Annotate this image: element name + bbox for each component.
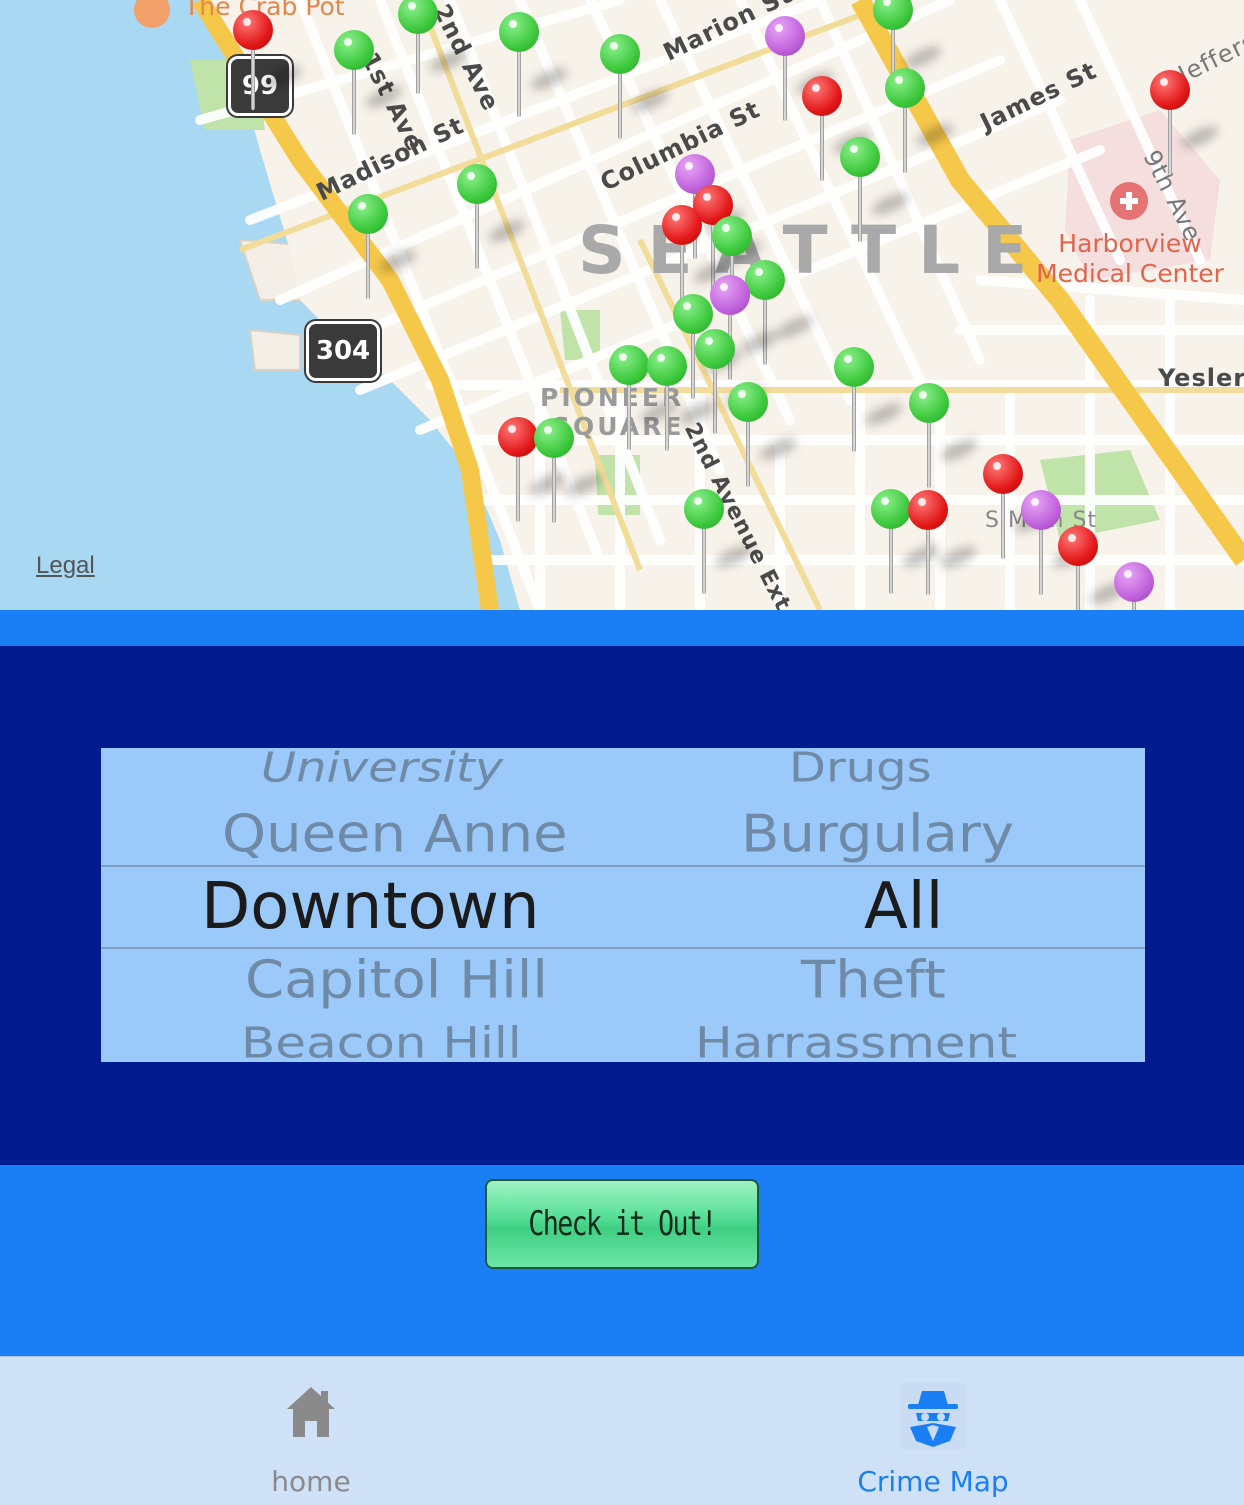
district-label: SEATTLE: [578, 212, 1050, 289]
pin-head: [765, 16, 805, 56]
pin-head: [600, 34, 640, 74]
pin-head: [908, 490, 948, 530]
pin-head: [534, 418, 574, 458]
home-icon: [287, 1387, 335, 1437]
route-shield-99: 99: [228, 56, 292, 116]
pin-head: [834, 347, 874, 387]
legal-link[interactable]: Legal: [36, 552, 95, 580]
pin-head: [609, 345, 649, 385]
poi-label-hospital-line2[interactable]: Medical Center: [1024, 259, 1236, 289]
pin-head: [802, 76, 842, 116]
crime-type-option[interactable]: Drugs: [789, 748, 932, 792]
pin-head: [233, 10, 273, 50]
crime-map[interactable]: 1st Ave 2nd Ave Marion St Madison St Col…: [0, 0, 1244, 610]
tab-crime-map-label: Crime Map: [857, 1465, 1009, 1498]
tab-bar: home Crime Map: [0, 1356, 1244, 1505]
pin-head: [840, 137, 880, 177]
neighborhood-option[interactable]: Beacon Hill: [241, 1018, 522, 1062]
pin-head: [885, 68, 925, 108]
pin-head: [662, 205, 702, 245]
pin-head: [457, 164, 497, 204]
pin-head: [983, 454, 1023, 494]
filter-panel: University Queen Anne Downtown Capitol H…: [0, 646, 1244, 1165]
pin-head: [909, 383, 949, 423]
pin-head: [498, 417, 538, 457]
pin-head: [334, 30, 374, 70]
pin-head: [745, 260, 785, 300]
pin-head: [1150, 70, 1190, 110]
spy-icon: [900, 1383, 966, 1449]
pin-head: [684, 489, 724, 529]
neighborhood-option[interactable]: Queen Anne: [222, 805, 568, 865]
top-blue-strip: [0, 610, 1244, 646]
pin-head: [695, 329, 735, 369]
action-area: Check it Out!: [0, 1165, 1244, 1355]
tab-home-label: home: [271, 1465, 351, 1498]
crime-type-option[interactable]: Theft: [801, 951, 946, 1011]
check-it-out-button[interactable]: Check it Out!: [485, 1179, 759, 1269]
pin-head: [673, 294, 713, 334]
tab-home[interactable]: home: [0, 1357, 622, 1505]
pin-head: [871, 489, 911, 529]
crime-type-option[interactable]: Burgulary: [741, 805, 1014, 865]
street-label-yesler: Yesler: [1158, 364, 1244, 392]
check-it-out-label: Check it Out!: [528, 1204, 717, 1244]
tab-crime-map[interactable]: Crime Map: [622, 1357, 1244, 1505]
crime-type-option-selected[interactable]: All: [864, 870, 943, 944]
pin-head: [348, 194, 388, 234]
pin-head: [710, 275, 750, 315]
neighborhood-option[interactable]: Capitol Hill: [245, 951, 548, 1011]
route-shield-304: 304: [306, 321, 380, 381]
crime-type-option[interactable]: Harrassment: [695, 1018, 1017, 1062]
neighborhood-option[interactable]: University: [261, 748, 503, 792]
filter-picker[interactable]: University Queen Anne Downtown Capitol H…: [101, 748, 1145, 1062]
neighborhood-option-selected[interactable]: Downtown: [201, 870, 540, 944]
pin-head: [1114, 562, 1154, 602]
pin-head: [728, 382, 768, 422]
poi-label-hospital-line1[interactable]: Harborview: [1030, 229, 1230, 259]
pin-head: [647, 346, 687, 386]
pin-head: [499, 12, 539, 52]
pin-head: [712, 216, 752, 256]
pin-head: [1058, 526, 1098, 566]
pin-head: [1021, 490, 1061, 530]
